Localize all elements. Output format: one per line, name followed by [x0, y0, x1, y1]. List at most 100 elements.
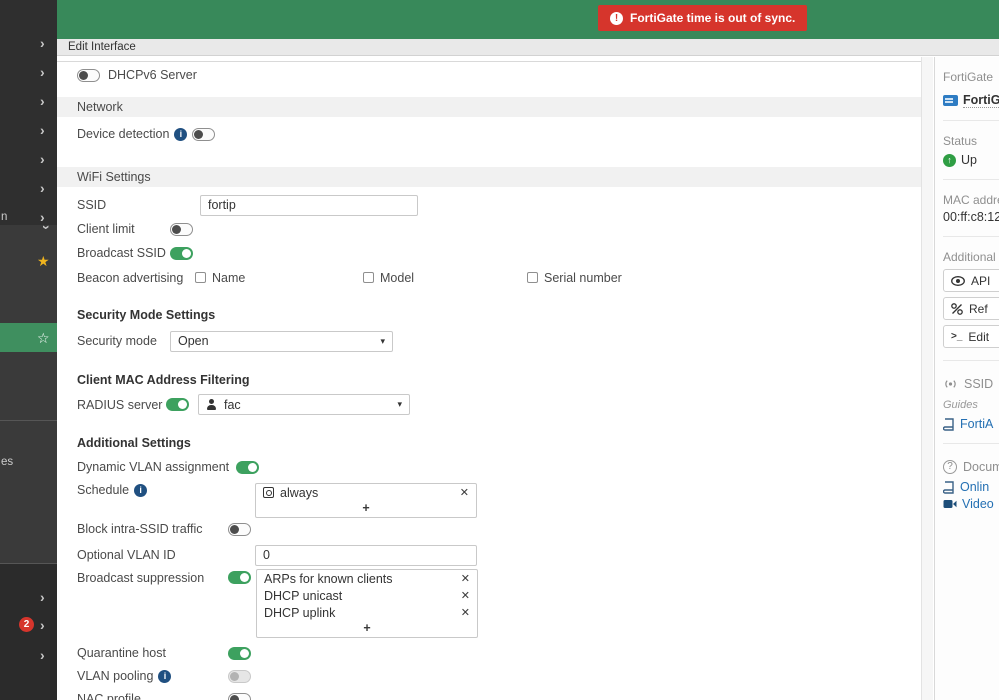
caret-down-icon: ▾ — [380, 335, 385, 346]
info-icon: i — [158, 669, 172, 683]
beacon-option-serial: Serial number — [527, 271, 622, 285]
security-mode-settings-heading: Security Mode Settings — [77, 308, 216, 322]
serial-number-checkbox[interactable] — [527, 272, 538, 283]
chevron-right-icon[interactable]: › — [40, 181, 54, 197]
panel-divider — [943, 360, 999, 361]
remove-icon[interactable]: ✕ — [461, 606, 470, 619]
chevron-right-icon[interactable]: › — [40, 648, 54, 664]
schedule-icon — [263, 487, 274, 498]
block-intra-ssid-label: Block intra-SSID traffic — [77, 522, 203, 536]
add-suppression-button[interactable]: + — [257, 621, 477, 637]
online-help-link[interactable]: Onlin — [943, 480, 999, 494]
security-mode-select[interactable]: Open ▾ — [170, 330, 393, 352]
fortigate-device-link[interactable]: FortiG — [943, 93, 999, 108]
broadcast-ssid-label: Broadcast SSID — [77, 246, 166, 260]
video-tutorials-label: Video — [962, 497, 994, 511]
device-detection-toggle[interactable] — [192, 127, 216, 141]
nac-profile-row: NAC profile — [57, 692, 921, 700]
terminal-icon: >_ — [951, 331, 963, 342]
schedule-multiselect: always ✕ + — [255, 483, 477, 518]
right-info-panel: FortiGate FortiG Status ↑ Up MAC addre 0… — [934, 57, 999, 700]
client-limit-label: Client limit — [77, 222, 135, 236]
broadcast-suppression-label: Broadcast suppression — [77, 571, 205, 585]
security-mode-value: Open — [178, 334, 209, 348]
documentation-section-label: Docum — [963, 460, 999, 474]
status-up-icon: ↑ — [943, 153, 956, 167]
optional-vlan-input[interactable] — [255, 544, 477, 566]
block-intra-ssid-toggle[interactable] — [228, 522, 251, 536]
remove-icon[interactable]: ✕ — [461, 589, 470, 602]
edit-in-cli-button[interactable]: >_ Edit — [943, 325, 999, 348]
mac-address-value: 00:ff:c8:12 — [943, 210, 999, 224]
schedule-row: Schedule i always ✕ + — [57, 483, 921, 518]
user-icon — [206, 398, 218, 411]
radius-server-select[interactable]: fac ▾ — [198, 394, 410, 415]
vlan-pooling-toggle[interactable] — [228, 669, 251, 683]
broadcast-ssid-toggle[interactable] — [170, 246, 193, 260]
dynamic-vlan-row: Dynamic VLAN assignment — [57, 460, 921, 474]
book-icon — [943, 480, 954, 494]
dhcpv6-server-row: DHCPv6 Server — [57, 67, 921, 83]
status-value: Up — [961, 153, 977, 167]
chevron-right-icon[interactable]: › — [40, 65, 54, 81]
fortiap-guide-link[interactable]: FortiA — [943, 417, 999, 431]
beacon-option-name: Name — [195, 271, 245, 285]
add-schedule-button[interactable]: + — [256, 501, 476, 517]
radius-server-row: RADIUS server fac ▾ — [57, 393, 921, 416]
ssid-input[interactable] — [200, 194, 418, 216]
left-nav-sidebar: › › › › › › n › › ★ ☆ es › 2 › › — [0, 0, 57, 700]
chevron-right-icon[interactable]: › — [40, 94, 54, 110]
favorite-star-icon[interactable]: ★ — [37, 254, 50, 268]
quarantine-host-toggle[interactable] — [228, 646, 251, 660]
vlan-pooling-row: VLAN pooling i — [57, 669, 921, 683]
time-sync-alert: ! FortiGate time is out of sync. — [598, 5, 808, 31]
dhcpv6-server-toggle[interactable] — [77, 68, 100, 82]
model-checkbox-label: Model — [380, 270, 415, 285]
video-tutorials-link[interactable]: Video — [943, 497, 999, 511]
ssid-broadcast-icon — [945, 380, 956, 388]
guides-label: Guides — [943, 399, 978, 411]
chevron-right-icon[interactable]: › — [40, 123, 54, 139]
chevron-right-icon[interactable]: › — [40, 590, 54, 606]
broadcast-suppression-row: Broadcast suppression ARPs for known cli… — [57, 569, 921, 638]
favorite-star-outline-icon[interactable]: ☆ — [37, 331, 50, 345]
beacon-advertising-label: Beacon advertising — [77, 270, 184, 285]
eye-icon — [951, 275, 965, 286]
dynamic-vlan-label: Dynamic VLAN assignment — [77, 460, 230, 474]
serial-number-checkbox-label: Serial number — [544, 270, 622, 285]
references-label: Ref — [969, 301, 988, 316]
fortigate-device-name: FortiG — [963, 93, 999, 108]
security-mode-row: Security mode Open ▾ — [57, 330, 921, 352]
broadcast-suppression-toggle[interactable] — [228, 571, 251, 584]
block-intra-ssid-row: Block intra-SSID traffic — [57, 522, 921, 536]
radius-server-toggle[interactable] — [166, 398, 189, 411]
api-preview-button[interactable]: API — [943, 269, 999, 292]
chevron-right-icon[interactable]: › — [40, 36, 54, 52]
model-checkbox[interactable] — [363, 272, 374, 283]
beacon-advertising-row: Beacon advertising Name Model Serial num… — [57, 270, 921, 285]
panel-divider — [943, 120, 999, 121]
name-checkbox[interactable] — [195, 272, 206, 283]
alert-icon: ! — [610, 11, 623, 25]
status-value-wrap: ↑ Up — [943, 153, 999, 167]
remove-icon[interactable]: ✕ — [460, 486, 469, 499]
references-button[interactable]: Ref — [943, 297, 999, 320]
caret-down-icon: ▾ — [397, 399, 402, 409]
vlan-pooling-label: VLAN pooling — [77, 669, 154, 683]
content-scrollbar[interactable] — [921, 57, 933, 700]
chevron-right-icon[interactable]: › — [40, 152, 54, 168]
book-icon — [943, 417, 954, 431]
client-limit-toggle[interactable] — [170, 222, 193, 236]
remove-icon[interactable]: ✕ — [461, 572, 470, 585]
nac-profile-toggle[interactable] — [228, 692, 251, 700]
chevron-right-icon[interactable]: › — [40, 618, 54, 634]
chevron-down-icon[interactable]: › — [38, 225, 55, 239]
chevron-right-icon[interactable]: › — [40, 210, 54, 226]
dynamic-vlan-toggle[interactable] — [236, 460, 260, 474]
fortiap-guide-label: FortiA — [960, 417, 994, 431]
online-help-label: Onlin — [960, 480, 990, 494]
ssid-label: SSID — [77, 198, 107, 212]
panel-divider — [943, 236, 999, 237]
quarantine-host-row: Quarantine host — [57, 646, 921, 660]
sidebar-item-label-truncated: es — [1, 456, 14, 468]
